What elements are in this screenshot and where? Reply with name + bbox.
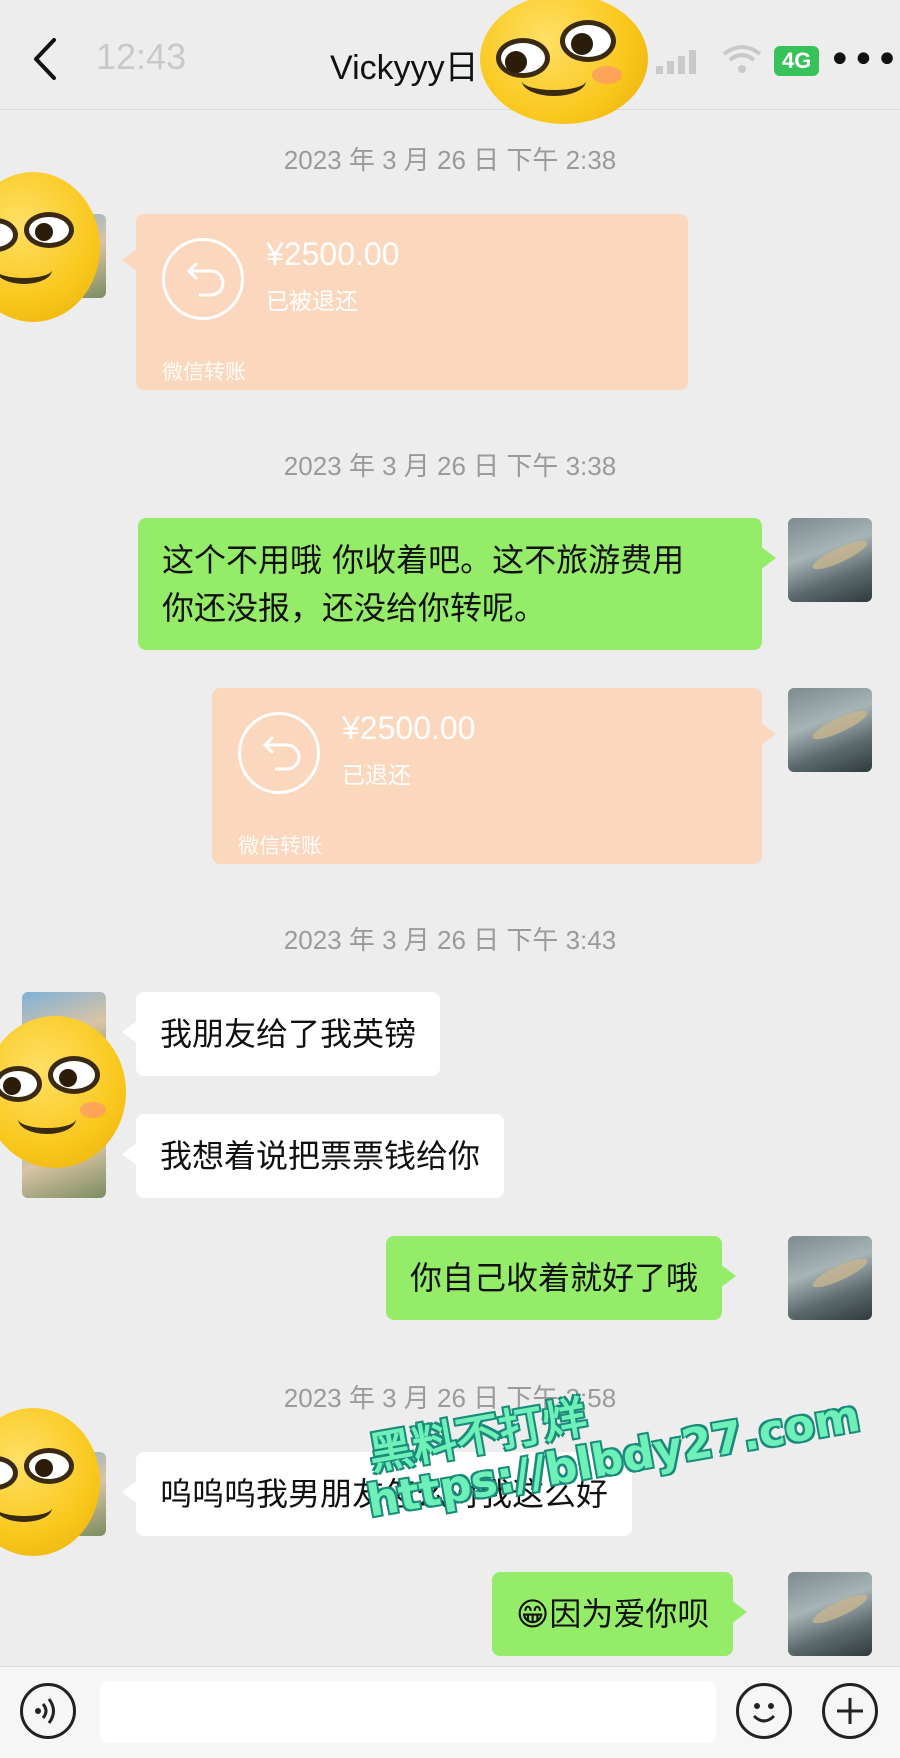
message-text: 我朋友给了我英镑 — [160, 1015, 417, 1053]
sticker-emoji-icon — [0, 1016, 126, 1168]
sticker-emoji-icon — [0, 172, 100, 322]
avatar-self[interactable] — [788, 1572, 872, 1656]
sticker-emoji-icon — [480, 0, 648, 124]
signal-icon — [656, 50, 696, 74]
avatar-self[interactable] — [788, 688, 872, 772]
transfer-status: 已被退还 — [266, 289, 358, 315]
chat-title: Vickyyy日 — [330, 49, 479, 87]
message-text: 这个不用哦 你收着吧。这不旅游费用 — [162, 541, 685, 579]
refund-icon — [162, 238, 244, 320]
network-badge: 4G — [774, 46, 820, 76]
transfer-card-incoming[interactable]: ¥2500.00 已被退还 微信转账 — [122, 214, 688, 390]
top-bar: 12:43 Vickyyy日 4G ••• — [0, 0, 900, 124]
message-bubble-incoming[interactable]: 我朋友给了我英镑 — [121, 992, 441, 1076]
transfer-amount: ¥2500.00 — [342, 710, 476, 746]
input-bar — [0, 1666, 900, 1758]
timestamp: 2023 年 3 月 26 日 下午 2:38 — [283, 145, 617, 175]
message-bubble-outgoing[interactable]: 😁因为爱你呗 — [492, 1572, 748, 1656]
transfer-amount: ¥2500.00 — [266, 236, 400, 272]
message-bubble-outgoing[interactable]: 你自己收着就好了哦 — [386, 1236, 737, 1320]
more-icon[interactable]: ••• — [828, 40, 899, 80]
back-arrow-icon[interactable] — [28, 36, 62, 82]
grinning-emoji-icon: 😁 — [516, 1595, 550, 1633]
emoji-icon[interactable] — [736, 1683, 792, 1739]
refund-icon — [238, 712, 320, 794]
avatar-self[interactable] — [788, 518, 872, 602]
message-text: 因为爱你呗 — [549, 1595, 710, 1633]
message-input[interactable] — [100, 1681, 716, 1743]
avatar-self[interactable] — [788, 1236, 872, 1320]
status-time: 12:43 — [96, 36, 187, 77]
voice-icon[interactable] — [20, 1683, 76, 1739]
message-text: 你自己收着就好了哦 — [410, 1259, 699, 1297]
transfer-label: 微信转账 — [238, 834, 322, 858]
timestamp: 2023 年 3 月 26 日 下午 3:43 — [283, 925, 617, 955]
transfer-status: 已退还 — [342, 763, 411, 789]
message-text: 你还没报，还没给你转呢。 — [162, 589, 547, 627]
message-bubble-outgoing[interactable]: 这个不用哦 你收着吧。这不旅游费用 你还没报，还没给你转呢。 — [138, 518, 776, 650]
wifi-icon — [722, 45, 762, 73]
timestamp: 2023 年 3 月 26 日 下午 3:38 — [283, 451, 617, 481]
message-text: 我想着说把票票钱给你 — [160, 1137, 481, 1175]
transfer-label: 微信转账 — [162, 360, 246, 384]
plus-icon[interactable] — [822, 1683, 878, 1739]
transfer-card-outgoing[interactable]: ¥2500.00 已退还 微信转账 — [212, 688, 776, 864]
message-bubble-incoming[interactable]: 我想着说把票票钱给你 — [121, 1114, 505, 1198]
